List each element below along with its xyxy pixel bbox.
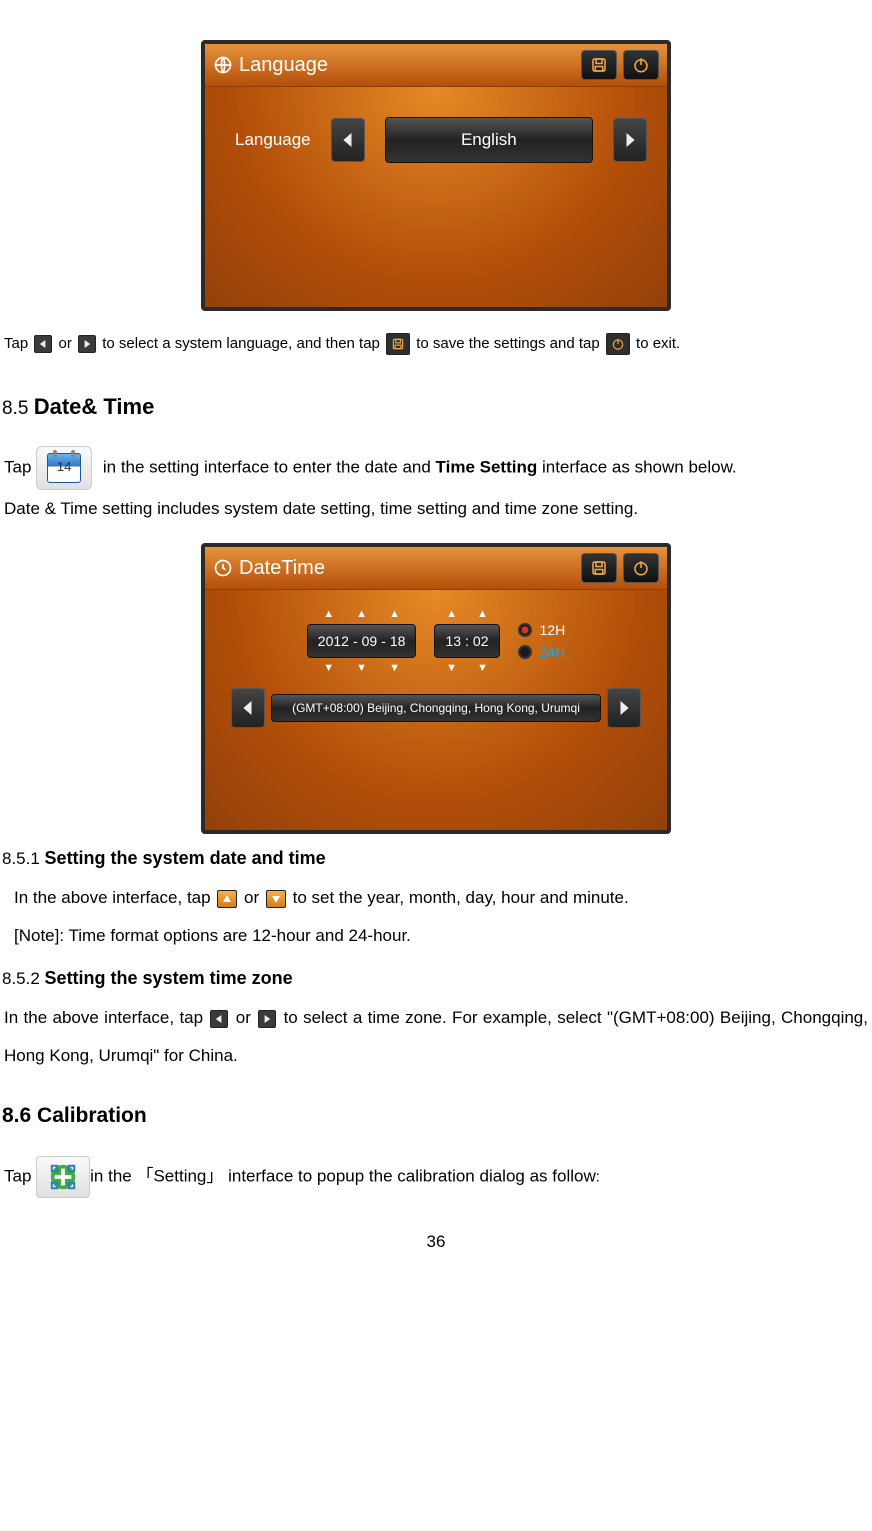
timezone-next-button[interactable] [607,688,641,728]
day-down-arrow[interactable]: ▼ [389,662,400,674]
day-up-arrow[interactable]: ▲ [389,608,400,620]
heading-8-6: 8.6 Calibration [2,1104,870,1128]
time-format-note: [Note]: Time format options are 12-hour … [2,917,870,954]
up-arrow-icon [217,890,237,908]
left-arrow-icon [34,335,52,353]
down-arrow-icon [266,890,286,908]
time-value-box: 13 : 02 [434,624,499,658]
timezone-value: (GMT+08:00) Beijing, Chongqing, Hong Kon… [271,694,601,722]
save-icon [386,333,410,355]
set-timezone-instruction: In the above interface, tap or to select… [2,999,870,1074]
language-prev-button[interactable] [331,118,365,162]
hour-down-arrow[interactable]: ▼ [446,662,457,674]
month-up-arrow[interactable]: ▲ [356,608,367,620]
timezone-prev-button[interactable] [231,688,265,728]
datetime-exit-button[interactable] [623,553,659,583]
date-value-box: 2012 - 09 - 18 [307,624,417,658]
heading-8-5: 8.5 Date& Time [2,394,870,420]
radio-12h-icon [518,623,532,637]
left-arrow-icon-2 [210,1010,228,1028]
date-time-intro: Tap 14 in the setting interface to enter… [2,446,870,490]
datetime-title-icon [213,558,233,578]
set-date-time-instruction: In the above interface, tap or to set th… [2,879,870,916]
calendar-app-icon: 14 [36,446,92,490]
hour-format-12h[interactable]: 12H [518,622,566,638]
exit-button[interactable] [623,50,659,80]
hour-up-arrow[interactable]: ▲ [446,608,457,620]
right-arrow-icon-2 [258,1010,276,1028]
language-instruction: Tap or to select a system language, and … [2,327,870,360]
calibration-app-icon [36,1156,90,1198]
language-next-button[interactable] [613,118,647,162]
datetime-save-button[interactable] [581,553,617,583]
language-title: Language [239,54,328,77]
power-icon [606,333,630,355]
datetime-titlebar: DateTime [205,547,667,590]
heading-8-5-1: 8.5.1 Setting the system date and time [2,848,870,869]
datetime-settings-screenshot: DateTime ▲ ▲ ▲ [201,543,671,834]
month-down-arrow[interactable]: ▼ [356,662,367,674]
language-value: English [385,117,593,163]
minute-value: 02 [473,633,489,649]
right-arrow-icon [78,335,96,353]
minute-up-arrow[interactable]: ▲ [477,608,488,620]
year-down-arrow[interactable]: ▼ [323,662,334,674]
radio-24h-icon [518,645,532,659]
language-field-label: Language [235,130,311,150]
language-settings-screenshot: Language Language English [201,40,671,311]
language-titlebar: Language [205,44,667,87]
date-time-description: Date & Time setting includes system date… [2,490,870,527]
hour-format-group: 12H 24H [518,622,566,660]
page-number: 36 [2,1232,870,1252]
year-up-arrow[interactable]: ▲ [323,608,334,620]
calibration-instruction: Tap in the 「Setting」 interface to popup … [2,1156,870,1198]
day-value: 18 [390,633,406,649]
month-value: 09 [362,633,378,649]
year-value: 2012 [318,633,349,649]
hour-format-24h[interactable]: 24H [518,644,566,660]
hour-value: 13 [445,633,461,649]
datetime-title: DateTime [239,557,325,580]
save-button[interactable] [581,50,617,80]
heading-8-5-2: 8.5.2 Setting the system time zone [2,968,870,989]
minute-down-arrow[interactable]: ▼ [477,662,488,674]
language-title-icon [213,55,233,75]
